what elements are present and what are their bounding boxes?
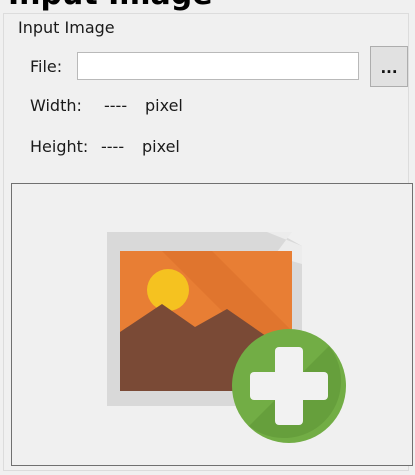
file-label: File:: [30, 57, 63, 76]
width-label: Width:: [30, 96, 82, 115]
sun-shape: [147, 269, 189, 311]
add-image-icon: [107, 232, 346, 443]
clipped-heading: Input Image: [8, 0, 213, 10]
file-path-input[interactable]: [77, 52, 359, 80]
height-value: ----: [101, 137, 125, 156]
groupbox-title: Input Image: [14, 18, 119, 38]
browse-button[interactable]: ...: [370, 46, 408, 87]
height-label: Height:: [30, 137, 89, 156]
height-unit: pixel: [142, 137, 180, 156]
width-value: ----: [104, 96, 128, 115]
plus-horizontal: [250, 372, 328, 400]
image-preview-area[interactable]: [11, 183, 413, 466]
input-image-panel: Input Image Input Image File: ... Width:…: [0, 0, 415, 475]
width-unit: pixel: [145, 96, 183, 115]
